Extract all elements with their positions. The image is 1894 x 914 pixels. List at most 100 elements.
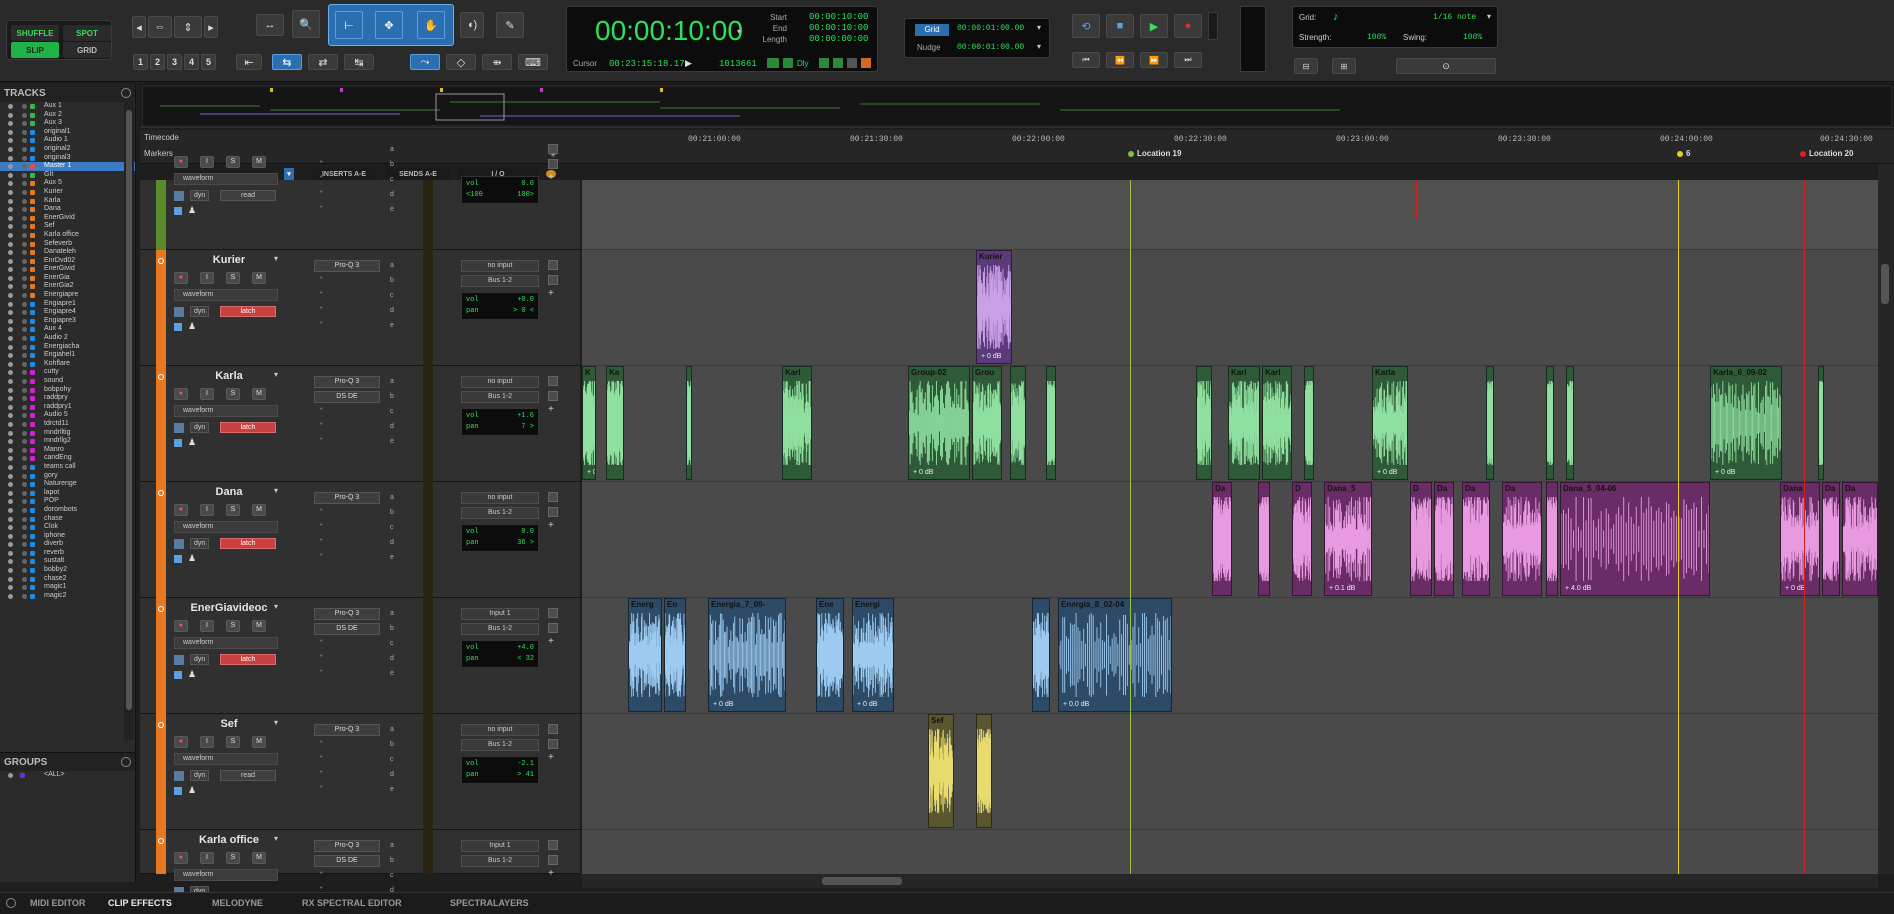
track-active-icon[interactable]	[22, 568, 27, 574]
track-visibility-icon[interactable]	[8, 112, 13, 118]
solo-button[interactable]: S	[226, 156, 240, 168]
record-arm-icon[interactable]: ●	[174, 272, 188, 284]
insert-slot-empty[interactable]: •	[314, 769, 380, 776]
send-slot[interactable]: c	[390, 640, 394, 647]
volume-value[interactable]: 0.0	[521, 179, 534, 190]
rtz-icon[interactable]: ⏮	[1072, 52, 1100, 68]
insert-slot-empty[interactable]: •	[314, 159, 380, 166]
insert-slot-empty[interactable]: •	[314, 885, 380, 892]
zoom-preset-4[interactable]: 4	[184, 54, 199, 70]
zoom-midi-in-icon[interactable]: ⊞	[1332, 58, 1356, 74]
trim-tool-icon[interactable]: ⊢	[335, 11, 363, 39]
track-options-icon[interactable]: ▾	[274, 486, 278, 495]
link-selection-icon[interactable]	[833, 58, 843, 68]
track-visibility-icon[interactable]	[8, 327, 13, 333]
track-list-item[interactable]: magic1	[0, 583, 135, 592]
track-active-icon[interactable]	[22, 250, 27, 256]
stop-icon[interactable]: ■	[1106, 14, 1134, 38]
track-list-item[interactable]: Dana	[0, 205, 135, 214]
track-list-item[interactable]: original3	[0, 154, 135, 163]
track-visibility-icon[interactable]	[8, 104, 13, 109]
track-list-item[interactable]: mndrllg2	[0, 437, 135, 446]
lock-icon[interactable]: ♟	[188, 785, 196, 796]
clip-gain[interactable]: + 0 dB	[857, 701, 877, 708]
clip-gain[interactable]: + 4.0 dB	[1565, 585, 1591, 592]
insert-slot-empty[interactable]: •	[314, 537, 380, 544]
track-active-icon[interactable]	[22, 284, 27, 290]
track-visibility-icon[interactable]	[8, 344, 13, 350]
zoom-preset-3[interactable]: 3	[167, 54, 182, 70]
track-active-icon[interactable]	[22, 138, 27, 144]
track-output-window-icon[interactable]	[548, 840, 558, 850]
column-selector-icon[interactable]: ▾	[284, 168, 294, 180]
tab-midi-editor[interactable]: MIDI EDITOR	[30, 898, 85, 908]
zoom-preset-1[interactable]: 1	[133, 54, 148, 70]
midi-grid-value[interactable]: 1/16 note	[1433, 13, 1476, 22]
insert-slot-a[interactable]: Pro-Q 3	[314, 492, 380, 504]
track-visibility-icon[interactable]	[8, 138, 13, 144]
spot-mode-button[interactable]: SPOT	[63, 25, 111, 41]
zoom-tool-icon[interactable]: 🔍	[292, 10, 320, 38]
track-options-icon[interactable]: ▾	[274, 254, 278, 263]
audio-clip[interactable]: Energ	[628, 598, 662, 712]
track-list-item[interactable]: Aux 3	[0, 119, 135, 128]
audio-clip[interactable]	[1304, 366, 1314, 480]
track-list-item[interactable]: Karla office	[0, 231, 135, 240]
record-arm-icon[interactable]: ●	[174, 620, 188, 632]
pan-value[interactable]: > 41	[517, 770, 534, 781]
audio-clip[interactable]: Da	[1822, 482, 1840, 596]
grabber-tool-icon[interactable]: ✋	[417, 11, 445, 39]
automation-mode-selector[interactable]: latch	[220, 422, 276, 433]
track-visibility-icon[interactable]	[8, 516, 13, 522]
send-slot[interactable]: e	[390, 322, 394, 329]
track-list-item[interactable]: original1	[0, 128, 135, 137]
clip-gain[interactable]: + 0 dB	[713, 701, 733, 708]
solo-button[interactable]: S	[226, 852, 240, 864]
record-enable-icon[interactable]	[158, 374, 164, 380]
midi-grid-dropdown-icon[interactable]: ▾	[1487, 12, 1491, 21]
track-list-item[interactable]: chase2	[0, 575, 135, 584]
lane-energia[interactable]: Energ En Energia_7_09- + 0 dB Ene Energi + 0 d…	[582, 598, 1878, 714]
grid-value[interactable]: 00:00:01:00.00	[957, 24, 1024, 33]
insert-slot-empty[interactable]: •	[314, 204, 380, 211]
track-visibility-icon[interactable]	[8, 430, 13, 436]
track-active-icon[interactable]	[22, 550, 27, 556]
track-list-item[interactable]: original2	[0, 145, 135, 154]
audio-clip[interactable]: Karla_6_09-02 + 0 dB	[1710, 366, 1782, 480]
vertical-scrollbar-thumb[interactable]	[1881, 264, 1889, 304]
input-monitor-icon[interactable]: I	[200, 272, 214, 284]
track-active-icon[interactable]	[22, 327, 27, 333]
insert-slot-b[interactable]: DS DE	[314, 623, 380, 635]
track-visibility-icon[interactable]	[8, 593, 13, 599]
audio-clip[interactable]	[976, 714, 992, 828]
timebase-icon[interactable]	[174, 207, 182, 215]
link-track-icon[interactable]: ⇄	[308, 54, 338, 70]
track-active-icon[interactable]	[22, 542, 27, 548]
audio-clip[interactable]: K + 0 dB	[582, 366, 596, 480]
audio-clip[interactable]: En	[664, 598, 686, 712]
volume-pan-display[interactable]: vol 0.0 <100 100>	[461, 176, 539, 204]
audio-clip[interactable]: Energi + 0 dB	[852, 598, 894, 712]
insert-slot-empty[interactable]: •	[314, 189, 380, 196]
track-visibility-icon[interactable]	[8, 155, 13, 161]
track-name[interactable]: EnerGiavideoc	[174, 602, 284, 614]
track-active-icon[interactable]	[22, 576, 27, 582]
track-view-selector[interactable]: waveform	[174, 405, 278, 417]
track-active-icon[interactable]	[22, 215, 27, 221]
clip-gain[interactable]: + 0 dB	[1715, 469, 1735, 476]
track-list-item[interactable]: candEng	[0, 454, 135, 463]
add-icon[interactable]: +	[548, 520, 554, 531]
record-arm-icon[interactable]: ●	[174, 156, 188, 168]
track-visibility-icon[interactable]	[8, 370, 13, 376]
timebase-icon[interactable]	[174, 555, 182, 563]
track-list-item[interactable]: EnerGia	[0, 274, 135, 283]
track-visibility-icon[interactable]	[8, 413, 13, 419]
record-enable-icon[interactable]	[158, 606, 164, 612]
track-active-icon[interactable]	[22, 275, 27, 281]
audio-clip[interactable]: Dana_5 + 0.1 dB	[1324, 482, 1372, 596]
audio-clip[interactable]: Grou	[972, 366, 1002, 480]
solo-button[interactable]: S	[226, 388, 240, 400]
input-monitor-icon[interactable]: I	[200, 620, 214, 632]
audio-clip[interactable]: Energia_8_02-04 + 0.0 dB	[1058, 598, 1172, 712]
track-list-item[interactable]: GIt	[0, 171, 135, 180]
